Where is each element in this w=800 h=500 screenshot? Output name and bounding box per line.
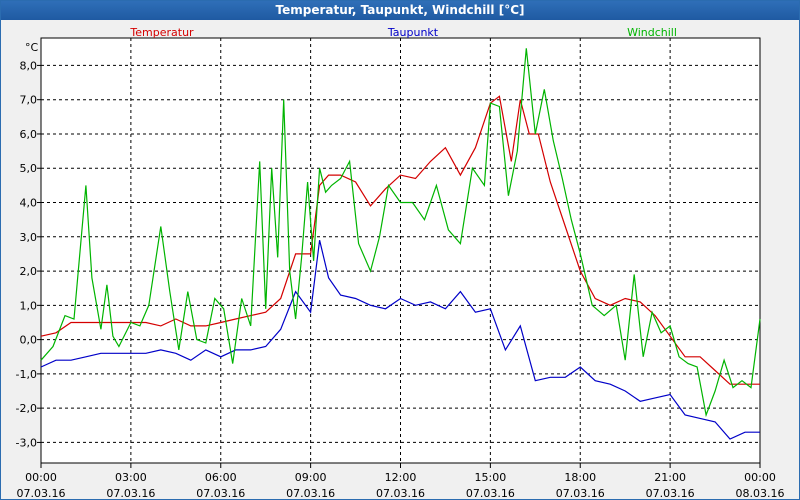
x-tick-time: 00:00 bbox=[744, 471, 776, 484]
x-tick-time: 15:00 bbox=[475, 471, 507, 484]
chart: 8,07,06,05,04,03,02,01,00,0-1,0-2,0-3,0 … bbox=[16, 26, 785, 499]
y-tick-label: 0,0 bbox=[20, 334, 38, 347]
legend-taupunkt: Taupunkt bbox=[387, 26, 439, 39]
y-tick-label: 4,0 bbox=[20, 197, 38, 210]
y-tick-label: 2,0 bbox=[20, 265, 38, 278]
y-tick-label: 5,0 bbox=[20, 162, 38, 175]
x-tick-time: 09:00 bbox=[295, 471, 327, 484]
x-tick-time: 21:00 bbox=[654, 471, 686, 484]
chart-window: Temperatur, Taupunkt, Windchill [°C] 8,0… bbox=[0, 0, 800, 500]
legend: Temperatur Taupunkt Windchill bbox=[129, 26, 677, 39]
x-tick-date: 07.03.16 bbox=[286, 487, 335, 499]
x-tick-date: 07.03.16 bbox=[646, 487, 695, 499]
y-tick-label: 8,0 bbox=[20, 59, 38, 72]
x-tick-time: 18:00 bbox=[564, 471, 596, 484]
x-tick-time: 06:00 bbox=[205, 471, 237, 484]
x-tick-date: 07.03.16 bbox=[17, 487, 66, 499]
x-tick-date: 07.03.16 bbox=[376, 487, 425, 499]
y-tick-label: -1,0 bbox=[16, 368, 37, 381]
y-tick-label: 6,0 bbox=[20, 128, 38, 141]
x-tick-date: 07.03.16 bbox=[556, 487, 605, 499]
y-tick-label: -2,0 bbox=[16, 402, 37, 415]
legend-temperatur: Temperatur bbox=[129, 26, 194, 39]
window-title: Temperatur, Taupunkt, Windchill [°C] bbox=[1, 1, 799, 20]
legend-windchill: Windchill bbox=[627, 26, 677, 39]
y-tick-label: -3,0 bbox=[16, 436, 37, 449]
x-tick-time: 00:00 bbox=[25, 471, 57, 484]
x-tick-time: 03:00 bbox=[115, 471, 147, 484]
x-tick-date: 07.03.16 bbox=[466, 487, 515, 499]
y-axis-label: °C bbox=[25, 41, 39, 54]
y-axis: 8,0 7,0 6,0 5,0 4,0 3,0 2,0 1,0 0,0 -1,0 -2,0 -3,0 bbox=[16, 59, 41, 449]
x-axis: 00:00 07.03.16 03:00 07.03.16 06:00 07.03.16 0… bbox=[17, 463, 785, 499]
x-tick-date: 07.03.16 bbox=[106, 487, 155, 499]
x-tick-time: 12:00 bbox=[385, 471, 417, 484]
x-tick-date: 07.03.16 bbox=[196, 487, 245, 499]
x-tick-date: 08.03.16 bbox=[736, 487, 785, 499]
y-tick-label: 3,0 bbox=[20, 231, 38, 244]
y-tick-label: 7,0 bbox=[20, 94, 38, 107]
y-tick-label: 1,0 bbox=[20, 299, 38, 312]
